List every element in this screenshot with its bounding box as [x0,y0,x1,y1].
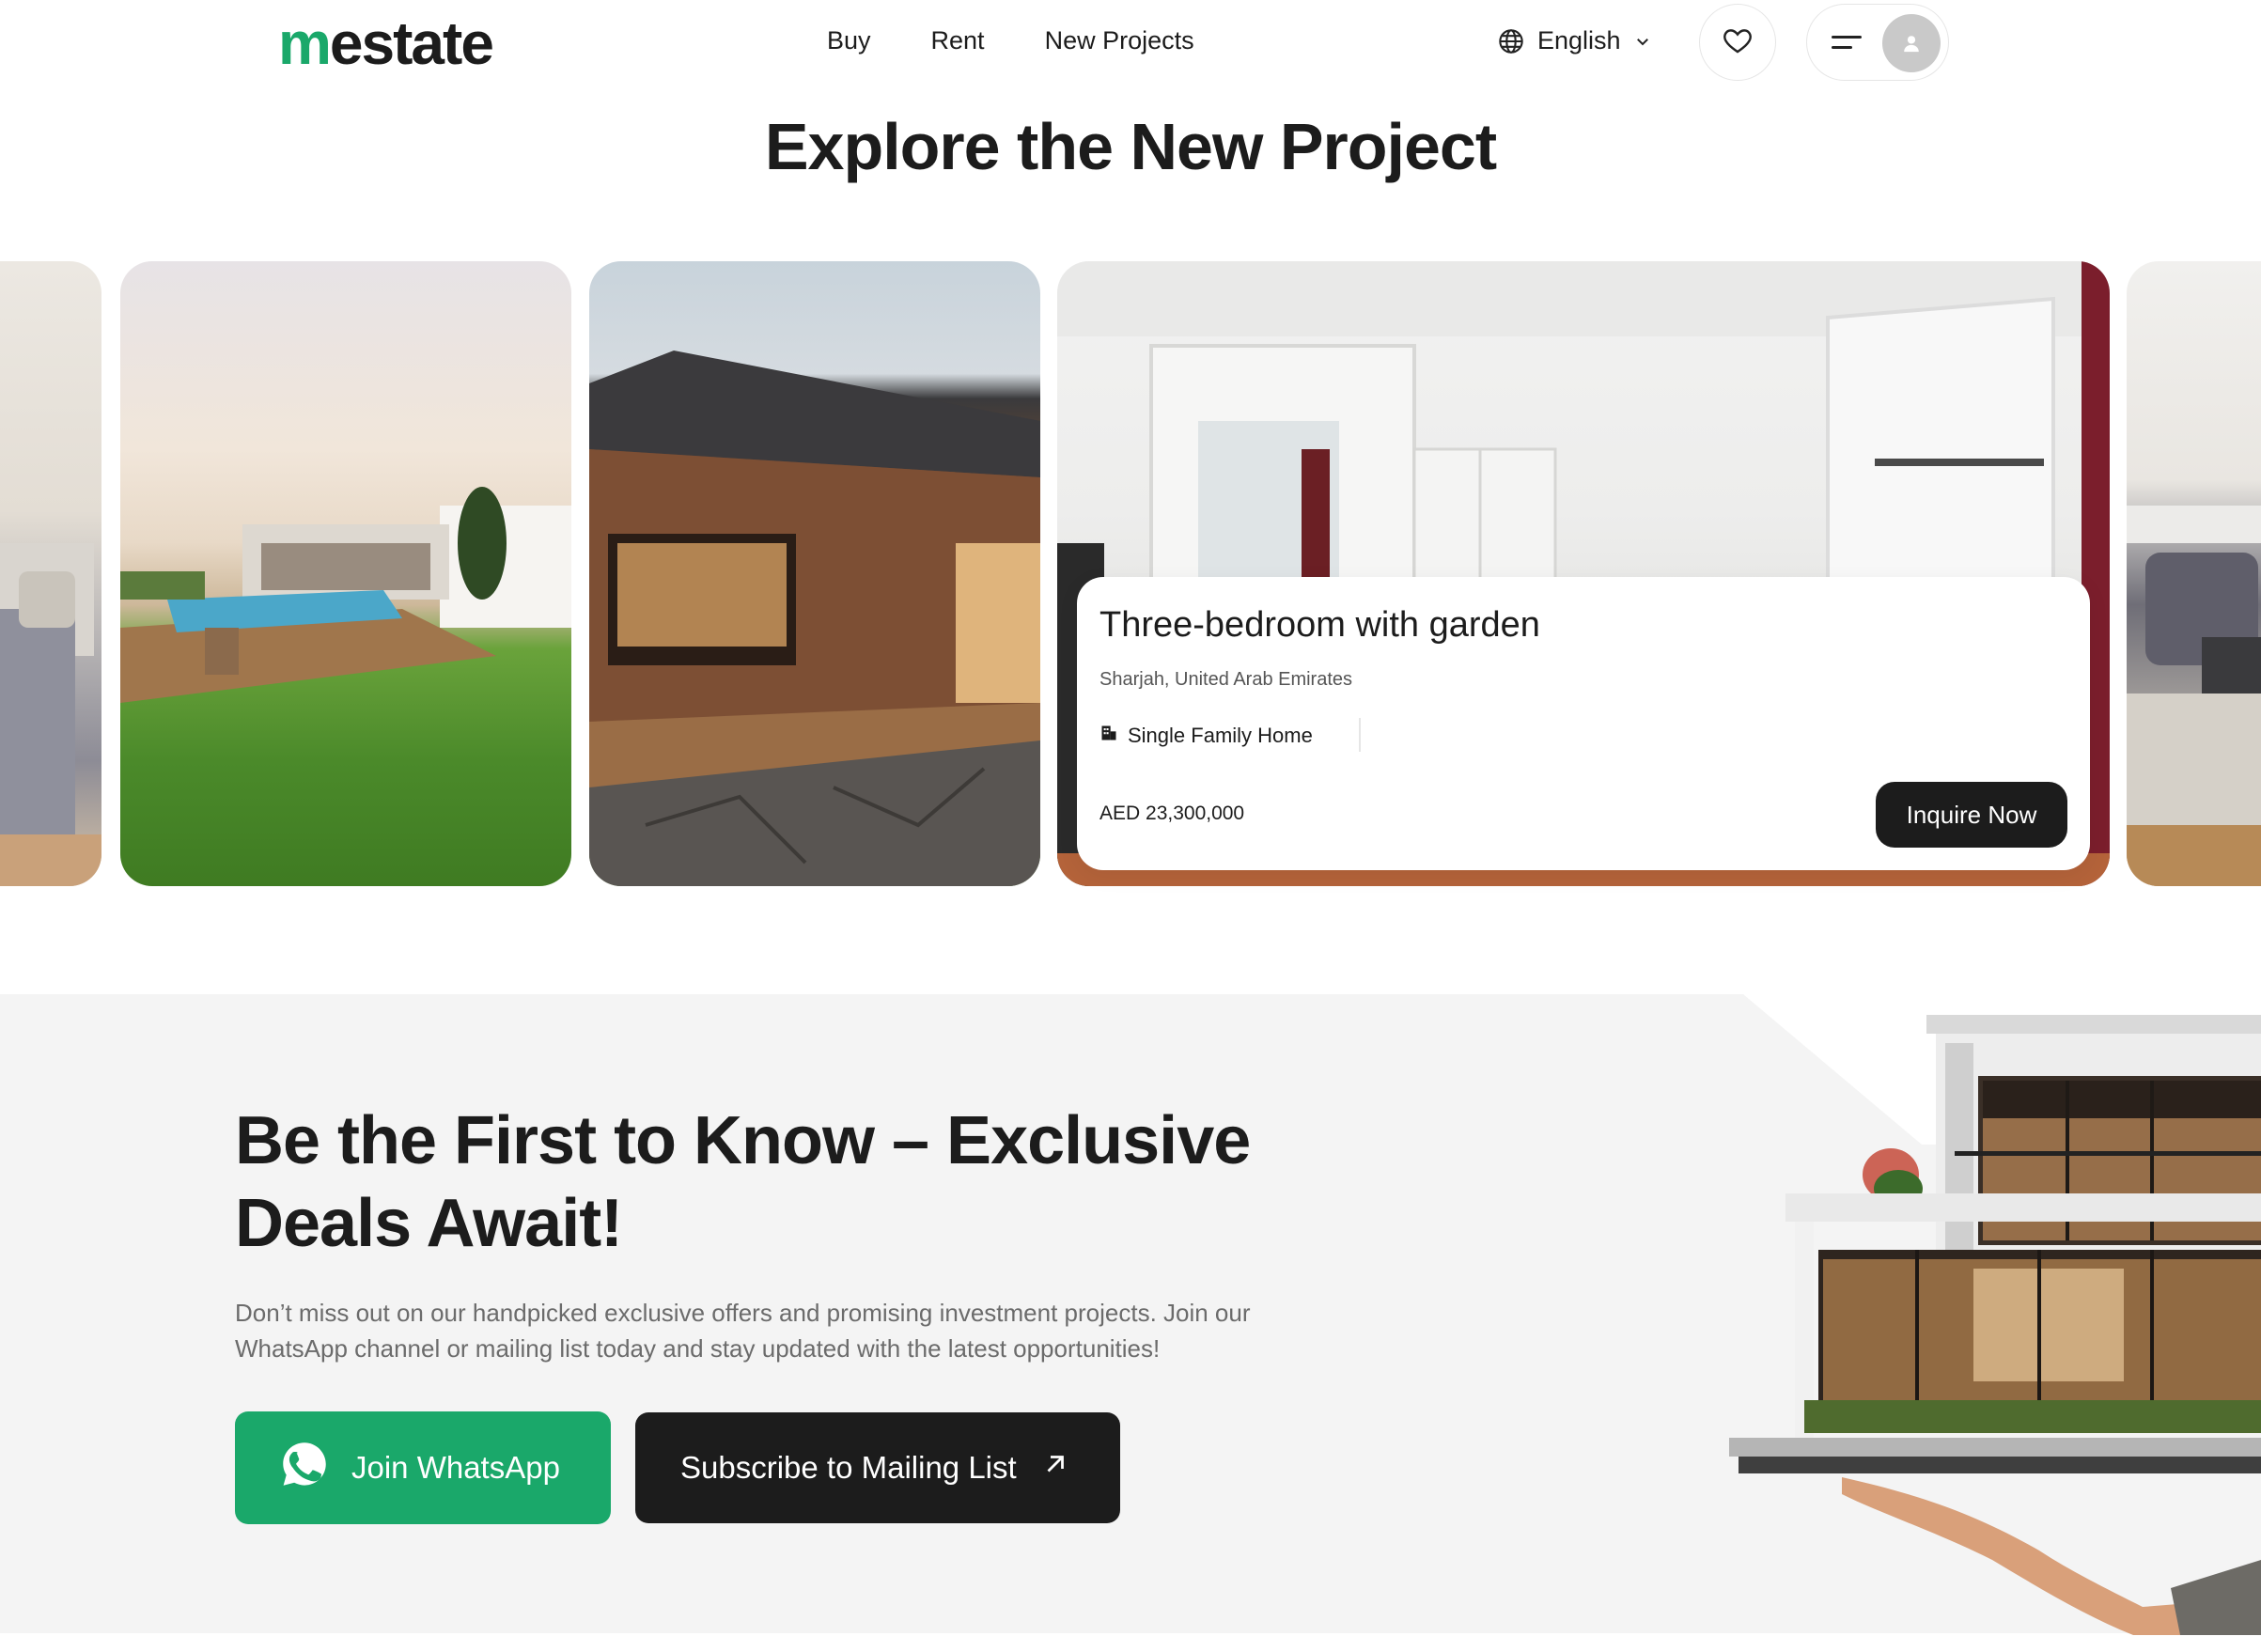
project-location: Sharjah, United Arab Emirates [1099,669,1353,690]
logo[interactable]: mestate [278,13,494,73]
language-selector[interactable]: English [1498,26,1651,55]
heart-icon [1722,24,1754,61]
project-title[interactable]: Three-bedroom with garden [1099,605,1540,646]
divider [1359,718,1361,752]
site-header: mestate Buy Rent New Projects English [0,0,2261,103]
project-card-image[interactable] [2127,261,2261,886]
project-type-label: Single Family Home [1128,724,1313,747]
account-menu-button[interactable] [1806,4,1949,81]
whatsapp-icon [278,1438,331,1498]
language-label: English [1537,26,1621,55]
section-title: Explore the New Project [764,110,1497,183]
avatar [1882,14,1941,72]
logo-m: m [278,9,332,77]
nav-rent[interactable]: Rent [931,26,985,55]
join-whatsapp-button[interactable]: Join WhatsApp [235,1411,611,1524]
arrow-up-right-icon [1041,1450,1069,1486]
main-nav: Buy Rent New Projects [827,26,1194,55]
building-icon [1099,724,1118,748]
inquire-now-button[interactable]: Inquire Now [1876,782,2067,848]
project-card-image[interactable] [120,261,571,886]
globe-icon [1498,28,1524,55]
house-in-hand-illustration [1729,1015,2261,1635]
join-whatsapp-label: Join WhatsApp [351,1450,560,1485]
project-card-image[interactable] [589,261,1040,886]
project-type: Single Family Home [1099,724,1313,748]
subscribe-mailing-list-button[interactable]: Subscribe to Mailing List [635,1412,1120,1523]
project-card-image[interactable] [0,261,101,886]
logo-text: estate [329,9,494,77]
nav-new-projects[interactable]: New Projects [1045,26,1194,55]
featured-project-info: Three-bedroom with garden Sharjah, Unite… [1077,577,2090,870]
nav-buy[interactable]: Buy [827,26,871,55]
subscribe-label: Subscribe to Mailing List [680,1450,1017,1485]
project-price: AED 23,300,000 [1099,803,1245,824]
menu-icon [1832,36,1862,49]
chevron-down-icon [1634,33,1651,50]
newsletter-description: Don’t miss out on our handpicked exclusi… [235,1299,1251,1363]
favorites-button[interactable] [1699,4,1776,81]
newsletter-title: Be the First to Know – Exclusive Deals A… [235,1103,1251,1261]
